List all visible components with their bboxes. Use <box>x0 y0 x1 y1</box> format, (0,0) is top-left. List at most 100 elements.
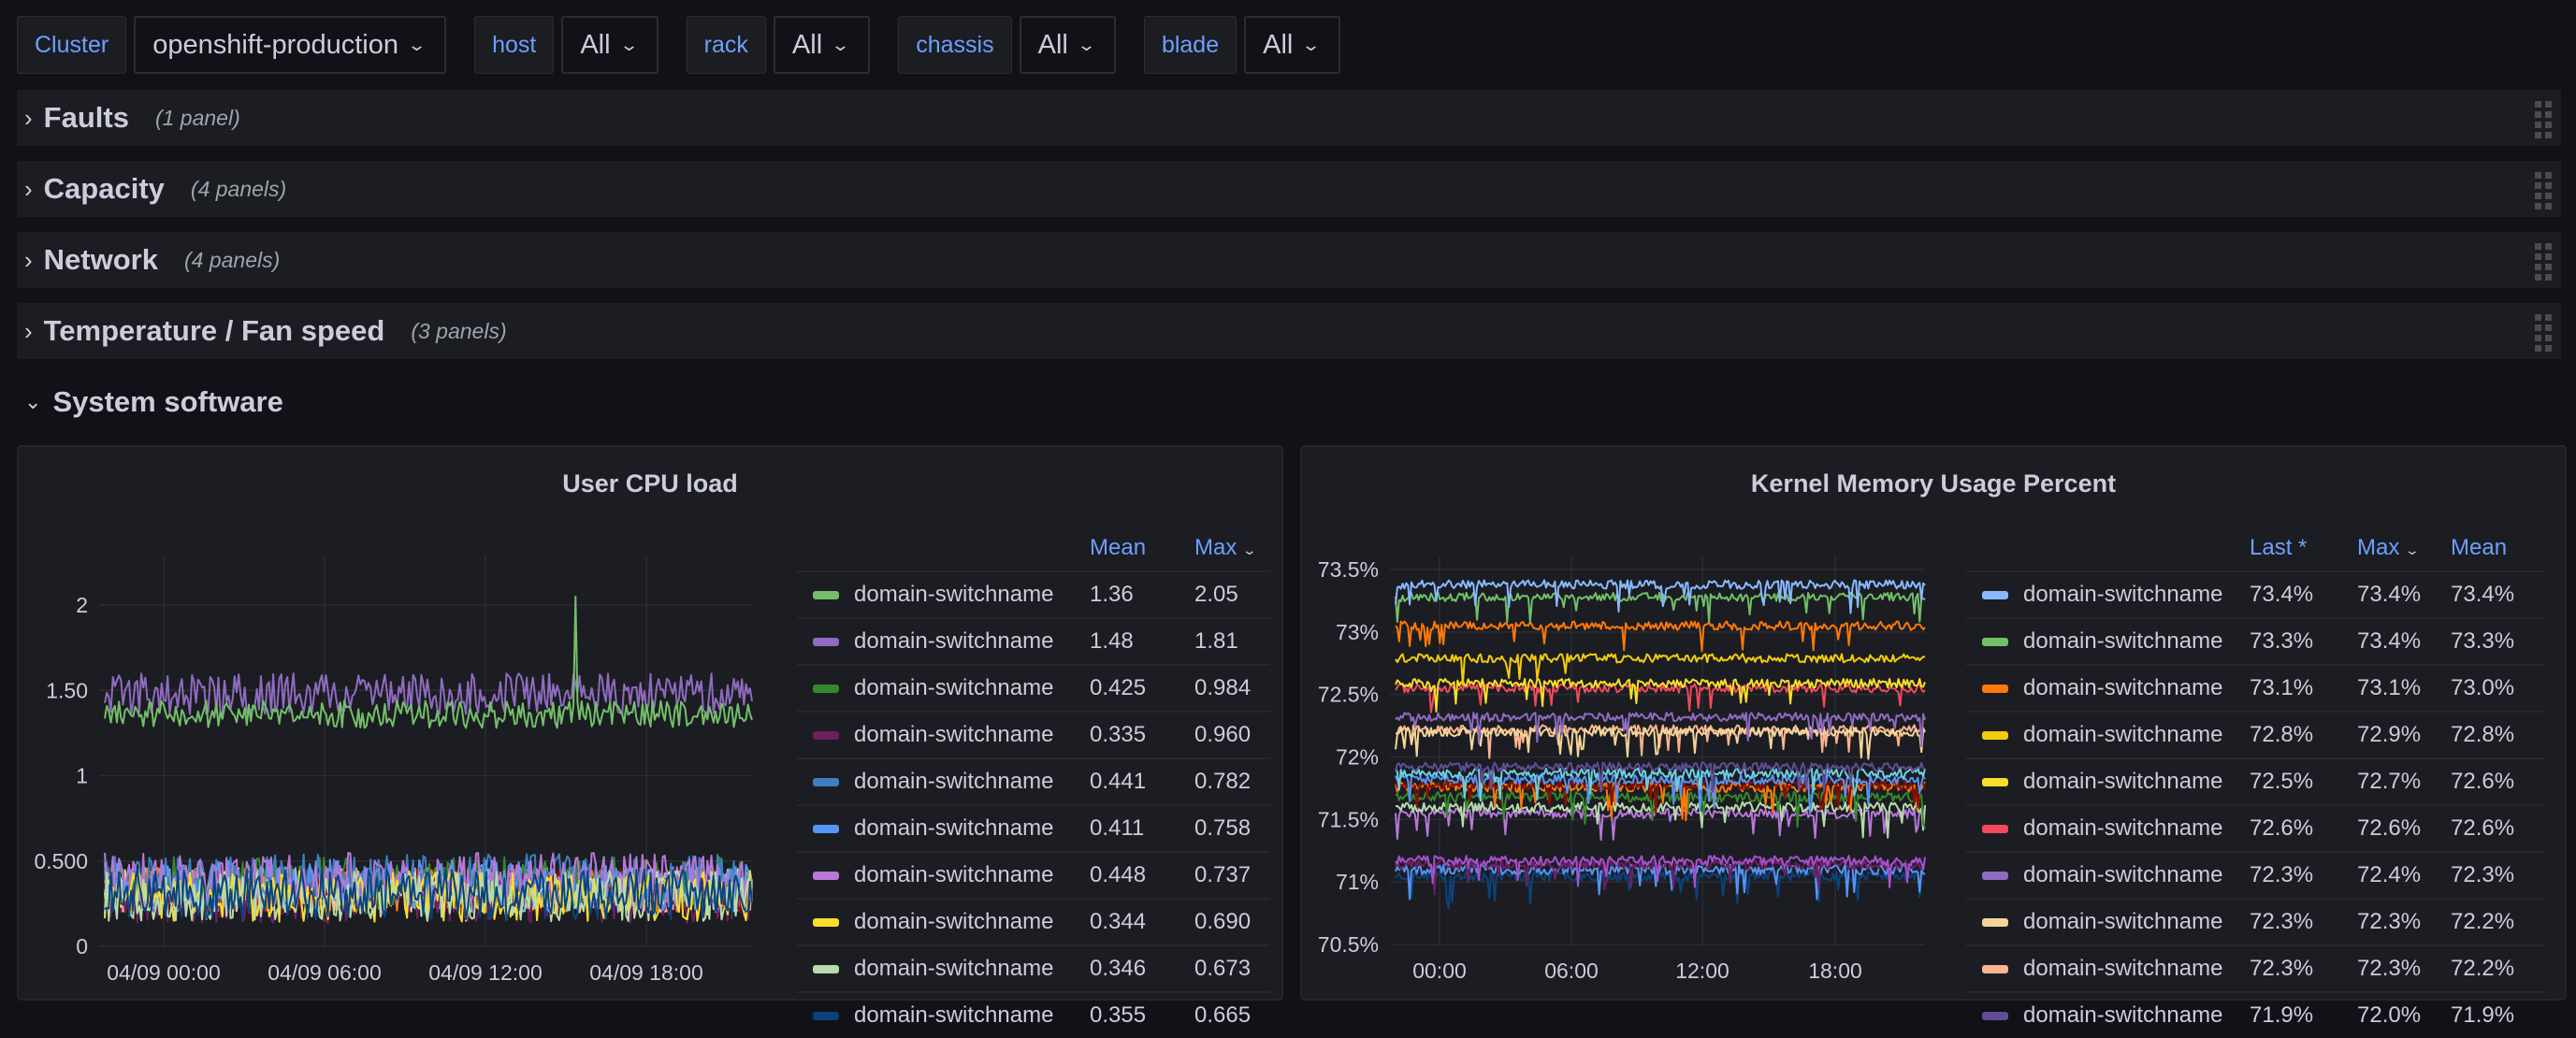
series-color-swatch <box>1982 591 2008 600</box>
series-line[interactable] <box>1395 678 1926 713</box>
x-tick-label: 04/09 18:00 <box>589 960 703 985</box>
legend-series: domain-switchname <box>797 664 1089 712</box>
row-temperature-fan-speed[interactable]: › Temperature / Fan speed (3 panels) <box>17 303 2561 359</box>
legend-series: domain-switchname <box>1966 991 2249 1038</box>
series-line[interactable] <box>104 595 753 729</box>
series-name: domain-switchname <box>2023 675 2223 700</box>
legend-row[interactable]: domain-switchname 72.8% 72.9% 72.8% <box>1966 711 2545 758</box>
drag-handle-icon[interactable] <box>2535 243 2552 281</box>
series-line[interactable] <box>1395 683 1926 714</box>
series-name: domain-switchname <box>854 1002 1054 1028</box>
series-line[interactable] <box>1395 620 1926 653</box>
series-line[interactable] <box>104 672 753 715</box>
variable-select-blade[interactable]: All ⌄ <box>1244 16 1341 74</box>
legend-value-max: 0.673 <box>1194 944 1270 992</box>
series-color-swatch <box>813 965 839 974</box>
legend-value-mean: 0.346 <box>1089 944 1194 992</box>
legend-row[interactable]: domain-switchname 72.3% 72.3% 72.2% <box>1966 944 2545 992</box>
legend-header-mean[interactable]: Mean <box>2450 526 2545 571</box>
legend-row[interactable]: domain-switchname 0.344 0.690 <box>797 898 1270 945</box>
series-name: domain-switchname <box>854 675 1054 700</box>
x-tick-label: 04/09 06:00 <box>268 960 382 985</box>
legend-value-mean: 73.4% <box>2450 570 2545 618</box>
series-name: domain-switchname <box>2023 909 2223 934</box>
variable-select-chassis[interactable]: All ⌄ <box>1019 16 1116 74</box>
row-title: System software <box>52 385 283 418</box>
row-panel-count: (3 panels) <box>411 318 507 343</box>
legend-value-last: 73.3% <box>2249 617 2356 665</box>
series-name: domain-switchname <box>2023 722 2223 747</box>
legend-value-last: 72.8% <box>2249 711 2356 758</box>
legend-value-mean: 72.2% <box>2450 898 2545 945</box>
legend-value-max: 72.3% <box>2356 944 2450 992</box>
legend-row[interactable]: domain-switchname 0.346 0.673 <box>797 944 1270 992</box>
row-system-software[interactable]: ⌄ System software <box>17 383 283 421</box>
legend-value-max: 0.690 <box>1194 898 1270 945</box>
series-color-swatch <box>1982 918 2008 928</box>
series-color-swatch <box>813 825 839 834</box>
variable-select-host[interactable]: All ⌄ <box>561 16 658 74</box>
drag-handle-icon[interactable] <box>2535 314 2552 352</box>
legend-row[interactable]: domain-switchname 72.3% 72.3% 72.2% <box>1966 898 2545 945</box>
row-title: Faults <box>43 101 129 134</box>
legend-value-max: 0.665 <box>1194 991 1270 1038</box>
legend-value-max: 72.0% <box>2356 991 2450 1038</box>
legend-header-last[interactable]: Last * <box>2249 526 2356 571</box>
variable-select-rack[interactable]: All ⌄ <box>773 16 871 74</box>
series-name: domain-switchname <box>2023 769 2223 794</box>
sort-chevron-icon: ⌄ <box>2404 542 2421 557</box>
y-tick-label: 0.500 <box>34 849 88 873</box>
chevron-down-icon: ⌄ <box>1301 35 1322 54</box>
legend-value-mean: 72.6% <box>2450 804 2545 852</box>
legend-header-mean[interactable]: Mean <box>1089 526 1194 571</box>
legend-row[interactable]: domain-switchname 72.3% 72.4% 72.3% <box>1966 851 2545 899</box>
row-faults[interactable]: › Faults (1 panel) <box>17 90 2561 146</box>
x-tick-label: 00:00 <box>1412 959 1467 983</box>
legend-row[interactable]: domain-switchname 1.48 1.81 <box>797 617 1270 665</box>
legend-value-mean: 1.36 <box>1089 570 1194 618</box>
row-panel-count: (4 panels) <box>183 247 281 272</box>
series-line[interactable] <box>1395 807 1926 842</box>
legend-row[interactable]: domain-switchname 0.441 0.782 <box>797 757 1270 805</box>
series-color-swatch <box>813 778 839 787</box>
legend-value-mean: 73.0% <box>2450 664 2545 712</box>
y-tick-label: 71.5% <box>1318 807 1379 831</box>
legend-value-mean: 0.441 <box>1089 757 1194 805</box>
legend-value-mean: 72.2% <box>2450 944 2545 992</box>
legend-row[interactable]: domain-switchname 73.3% 73.4% 73.3% <box>1966 617 2545 665</box>
legend-value-max: 72.9% <box>2356 711 2450 758</box>
legend-row[interactable]: domain-switchname 72.6% 72.6% 72.6% <box>1966 804 2545 852</box>
legend-row[interactable]: domain-switchname 0.335 0.960 <box>797 711 1270 758</box>
variable-select-cluster[interactable]: openshift-production ⌄ <box>134 16 447 74</box>
legend-header-max[interactable]: Max ⌄ <box>2356 526 2450 571</box>
legend-row[interactable]: domain-switchname 1.36 2.05 <box>797 570 1270 618</box>
drag-handle-icon[interactable] <box>2535 172 2552 209</box>
legend-series: domain-switchname <box>797 944 1089 992</box>
legend-value-mean: 0.448 <box>1089 851 1194 899</box>
legend-series: domain-switchname <box>797 991 1089 1038</box>
series-name: domain-switchname <box>854 769 1054 794</box>
legend-value-mean: 72.8% <box>2450 711 2545 758</box>
legend-series: domain-switchname <box>1966 664 2249 712</box>
variable-label-chassis: chassis <box>898 16 1012 74</box>
chart-kernel-memory-usage: 70.5% 71% 71.5% 72% 72.5% 73% 73.5% 00:00 06:00 1… <box>1318 555 1926 983</box>
legend-row[interactable]: domain-switchname 0.448 0.737 <box>797 851 1270 899</box>
legend-row[interactable]: domain-switchname 0.355 0.665 <box>797 991 1270 1038</box>
series-name: domain-switchname <box>854 909 1054 934</box>
row-panel-count: (1 panel) <box>154 105 240 130</box>
drag-handle-icon[interactable] <box>2535 101 2552 138</box>
legend-row[interactable]: domain-switchname 72.5% 72.7% 72.6% <box>1966 757 2545 805</box>
row-network[interactable]: › Network (4 panels) <box>17 232 2561 288</box>
legend-row[interactable]: domain-switchname 0.425 0.984 <box>797 664 1270 712</box>
legend-row[interactable]: domain-switchname 73.1% 73.1% 73.0% <box>1966 664 2545 712</box>
row-capacity[interactable]: › Capacity (4 panels) <box>17 161 2561 217</box>
chevron-right-icon: › <box>24 103 33 132</box>
legend-row[interactable]: domain-switchname 71.9% 72.0% 71.9% <box>1966 991 2545 1038</box>
x-tick-label: 06:00 <box>1544 959 1599 983</box>
variable-value: All <box>791 29 823 60</box>
legend-series: domain-switchname <box>797 851 1089 899</box>
legend-row[interactable]: domain-switchname 0.411 0.758 <box>797 804 1270 852</box>
legend-row[interactable]: domain-switchname 73.4% 73.4% 73.4% <box>1966 570 2545 618</box>
legend-value-mean: 1.48 <box>1089 617 1194 665</box>
legend-header-max[interactable]: Max ⌄ <box>1194 526 1270 571</box>
